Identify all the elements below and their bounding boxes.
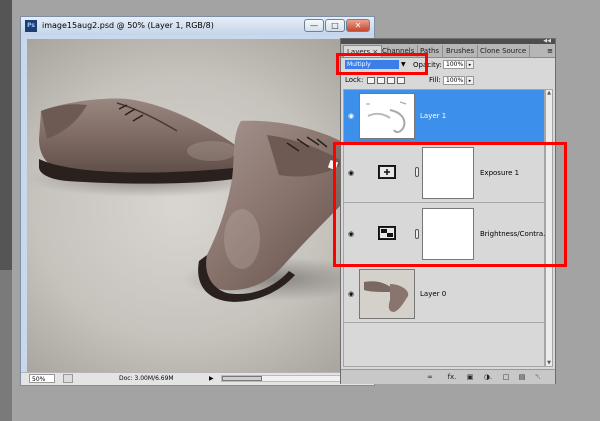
layer-name[interactable]: Layer 0 bbox=[420, 290, 446, 299]
zoom-field[interactable]: 50% bbox=[29, 374, 55, 383]
opacity-slider-toggle[interactable]: ▸ bbox=[466, 60, 474, 69]
blend-mode-highlight bbox=[336, 53, 428, 75]
fill-field[interactable]: 100% bbox=[443, 76, 465, 85]
minimize-button[interactable]: — bbox=[304, 19, 324, 32]
layers-panel-footer: ∞ fx. ▣ ◑. □ ▤ ␡ bbox=[341, 369, 555, 384]
layer-name[interactable]: Layer 1 bbox=[420, 112, 446, 121]
lock-position-icon[interactable] bbox=[387, 77, 395, 84]
scroll-up-arrow-icon[interactable]: ▲ bbox=[546, 90, 552, 96]
adjustment-layers-highlight bbox=[333, 142, 567, 267]
tab-clone-source[interactable]: Clone Source bbox=[477, 45, 531, 57]
opacity-field[interactable]: 100% bbox=[443, 60, 465, 69]
group-icon[interactable]: □ bbox=[501, 372, 511, 382]
background-strip-dark bbox=[0, 0, 12, 270]
panel-menu-icon[interactable]: ≡ bbox=[547, 45, 553, 57]
close-button[interactable]: ✕ bbox=[346, 19, 370, 32]
fx-icon[interactable]: fx. bbox=[445, 372, 459, 382]
document-status-bar: 50% Doc: 3.00M/6.69M ▶ bbox=[21, 372, 374, 385]
link-layers-icon[interactable]: ∞ bbox=[425, 372, 435, 382]
shoes-image bbox=[27, 98, 370, 302]
left-shoe bbox=[39, 98, 246, 184]
layer-row-layer-0[interactable]: ◉ Layer 0 bbox=[344, 265, 544, 323]
scrollbar-thumb[interactable] bbox=[222, 376, 262, 381]
document-title-bar[interactable]: Ps image15aug2.psd @ 50% (Layer 1, RGB/8… bbox=[21, 17, 374, 35]
image-canvas[interactable] bbox=[27, 39, 370, 377]
fill-label: Fill: bbox=[429, 76, 441, 84]
status-menu-arrow-icon[interactable]: ▶ bbox=[209, 374, 214, 383]
document-window[interactable]: Ps image15aug2.psd @ 50% (Layer 1, RGB/8… bbox=[20, 16, 375, 386]
lock-label: Lock: bbox=[345, 76, 364, 84]
maximize-button[interactable]: □ bbox=[325, 19, 345, 32]
fill-slider-toggle[interactable]: ▸ bbox=[466, 76, 474, 85]
new-layer-icon[interactable]: ▤ bbox=[517, 372, 527, 382]
layer-1-thumbnail[interactable] bbox=[359, 93, 415, 139]
lock-all-icon[interactable] bbox=[397, 77, 405, 84]
tab-brushes[interactable]: Brushes bbox=[443, 45, 479, 57]
photoshop-icon: Ps bbox=[25, 20, 37, 32]
visibility-eye-icon[interactable]: ◉ bbox=[346, 112, 356, 120]
layer-row-layer-1[interactable]: ◉ Layer 1 bbox=[344, 90, 544, 143]
lock-pixels-icon[interactable] bbox=[377, 77, 385, 84]
visibility-eye-icon[interactable]: ◉ bbox=[346, 290, 356, 298]
adjustment-icon[interactable]: ◑. bbox=[481, 372, 495, 382]
layer-1-thumbnail-image bbox=[360, 94, 414, 138]
document-title: image15aug2.psd @ 50% (Layer 1, RGB/8) bbox=[42, 21, 214, 30]
trash-icon[interactable]: ␡ bbox=[533, 372, 543, 382]
scroll-down-arrow-icon[interactable]: ▼ bbox=[546, 360, 552, 366]
layer-0-thumbnail-image bbox=[360, 270, 414, 318]
mask-icon[interactable]: ▣ bbox=[465, 372, 475, 382]
lock-transparency-icon[interactable] bbox=[367, 77, 375, 84]
status-info-icon[interactable] bbox=[63, 374, 73, 383]
background-strip bbox=[0, 0, 12, 421]
layer-0-thumbnail[interactable] bbox=[359, 269, 415, 319]
document-size-info: Doc: 3.00M/6.69M bbox=[119, 375, 174, 382]
